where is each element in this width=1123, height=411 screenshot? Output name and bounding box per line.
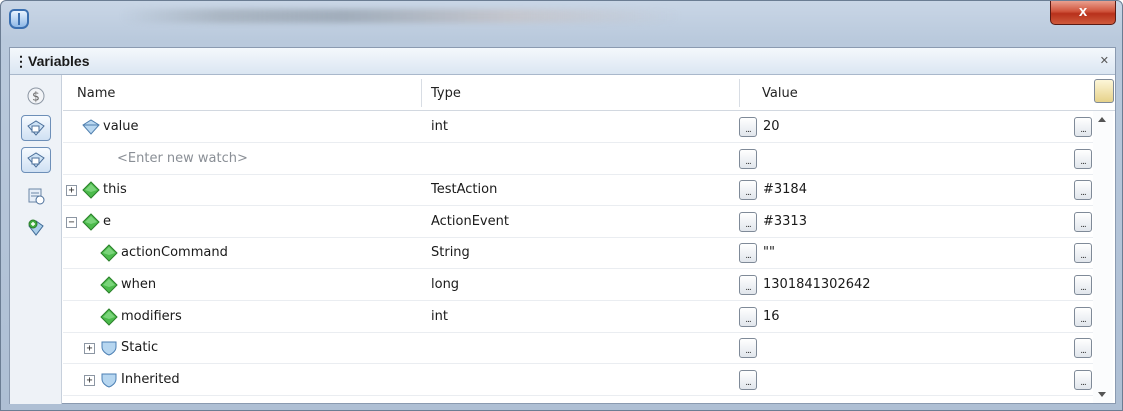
value-ellipsis-button[interactable]: ... — [1074, 275, 1092, 295]
table-header: Name Type Value — [63, 75, 1115, 111]
variable-name: Static — [121, 340, 159, 356]
column-header-value[interactable]: Value — [762, 86, 798, 101]
variable-value[interactable]: 1301841302642 — [763, 277, 871, 292]
variable-name: actionCommand — [121, 245, 228, 261]
field-icon — [81, 213, 101, 231]
field-icon — [99, 244, 119, 263]
column-divider[interactable] — [739, 79, 740, 107]
variable-type: long — [431, 277, 460, 292]
variable-name: this — [103, 182, 127, 198]
expand-toggle-icon[interactable]: + — [84, 343, 95, 355]
value-ellipsis-button[interactable]: ... — [1074, 338, 1092, 359]
type-ellipsis-button[interactable]: ... — [739, 180, 757, 201]
type-ellipsis-button[interactable]: ... — [739, 338, 757, 359]
static-dollar-icon[interactable]: $ — [21, 83, 51, 109]
table-row[interactable]: actionCommand String... ""... — [63, 238, 1093, 270]
collapse-toggle-icon[interactable]: − — [66, 216, 77, 228]
column-header-type[interactable]: Type — [431, 86, 461, 101]
variable-type: int — [431, 119, 448, 134]
column-header-name[interactable]: Name — [77, 86, 115, 101]
variable-name: value — [103, 119, 139, 134]
value-ellipsis-button[interactable]: ... — [1074, 117, 1092, 137]
new-watch-icon[interactable] — [21, 215, 51, 241]
table-row[interactable]: <Enter new watch>...... — [63, 144, 1093, 175]
blurred-window-title — [121, 9, 681, 23]
variable-type: ActionEvent — [431, 213, 509, 229]
field-icon — [99, 276, 119, 294]
watch-add-icon[interactable] — [21, 147, 51, 173]
panel-title: ⋮Variables — [14, 53, 90, 69]
left-toolbar: $ — [10, 75, 62, 404]
evaluate-icon[interactable] — [21, 183, 51, 209]
variable-name: Inherited — [121, 371, 180, 387]
type-ellipsis-button[interactable]: ... — [739, 148, 757, 169]
table-row[interactable]: modifiers int... 16... — [63, 302, 1093, 333]
panel-close-button[interactable]: ✕ — [1100, 54, 1109, 67]
value-ellipsis-button[interactable]: ... — [1074, 369, 1092, 390]
variable-name: modifiers — [121, 308, 182, 324]
column-divider[interactable] — [421, 79, 422, 107]
variable-name: when — [121, 277, 157, 292]
field-icon — [99, 307, 119, 326]
new-watch-input[interactable]: <Enter new watch> — [117, 151, 248, 166]
type-ellipsis-button[interactable]: ... — [739, 243, 757, 264]
variable-name: e — [103, 213, 111, 229]
table-row[interactable]: when long... 1301841302642... — [63, 270, 1093, 301]
scroll-up-arrow[interactable] — [1098, 117, 1106, 122]
variable-value[interactable]: 20 — [763, 119, 780, 134]
type-ellipsis-button[interactable]: ... — [739, 369, 757, 390]
type-ellipsis-button[interactable]: ... — [739, 117, 757, 137]
table-row[interactable]: + this TestAction... #3184... — [63, 175, 1093, 207]
type-ellipsis-button[interactable]: ... — [739, 275, 757, 295]
type-ellipsis-button[interactable]: ... — [739, 211, 757, 232]
scroll-down-arrow[interactable] — [1098, 392, 1106, 397]
watch-toggle-icon[interactable] — [21, 115, 51, 141]
shield-icon — [99, 371, 119, 389]
table-row[interactable]: + Inherited...... — [63, 365, 1093, 396]
variable-type: TestAction — [431, 182, 498, 198]
expand-toggle-icon[interactable]: + — [66, 185, 77, 197]
variable-type: int — [431, 308, 448, 324]
title-bar: x — [1, 1, 1122, 41]
value-ellipsis-button[interactable]: ... — [1074, 180, 1092, 201]
svg-text:$: $ — [32, 90, 40, 104]
field-icon — [81, 181, 101, 199]
variable-value[interactable]: #3184 — [763, 182, 807, 197]
value-ellipsis-button[interactable]: ... — [1074, 148, 1092, 169]
type-ellipsis-button[interactable]: ... — [739, 306, 757, 327]
variables-panel: ⋮Variables ✕ $ Name Type Value value int… — [9, 47, 1116, 404]
variable-value[interactable]: #3313 — [763, 214, 807, 229]
table-row[interactable]: − e ActionEvent... #3313... — [63, 207, 1093, 238]
column-settings-button[interactable] — [1094, 79, 1114, 103]
value-ellipsis-button[interactable]: ... — [1074, 211, 1092, 232]
table-row[interactable]: + Static...... — [63, 333, 1093, 365]
window-close-button[interactable]: x — [1050, 1, 1116, 25]
debugger-window: x ⋮Variables ✕ $ Name Type Value value i… — [0, 0, 1123, 411]
app-icon — [9, 9, 29, 29]
vertical-scrollbar[interactable] — [1093, 111, 1113, 403]
table-row[interactable]: value int... 20... — [63, 112, 1093, 143]
variable-value[interactable]: 16 — [763, 309, 780, 324]
watch-icon — [81, 118, 101, 136]
shield-icon — [99, 339, 119, 357]
variables-table: Name Type Value value int... 20... <Enter n… — [63, 75, 1115, 404]
value-ellipsis-button[interactable]: ... — [1074, 243, 1092, 264]
variable-value[interactable]: "" — [763, 245, 775, 260]
variable-type: String — [431, 245, 470, 261]
panel-header: ⋮Variables ✕ — [10, 48, 1115, 75]
expand-toggle-icon[interactable]: + — [84, 374, 95, 386]
value-ellipsis-button[interactable]: ... — [1074, 306, 1092, 327]
